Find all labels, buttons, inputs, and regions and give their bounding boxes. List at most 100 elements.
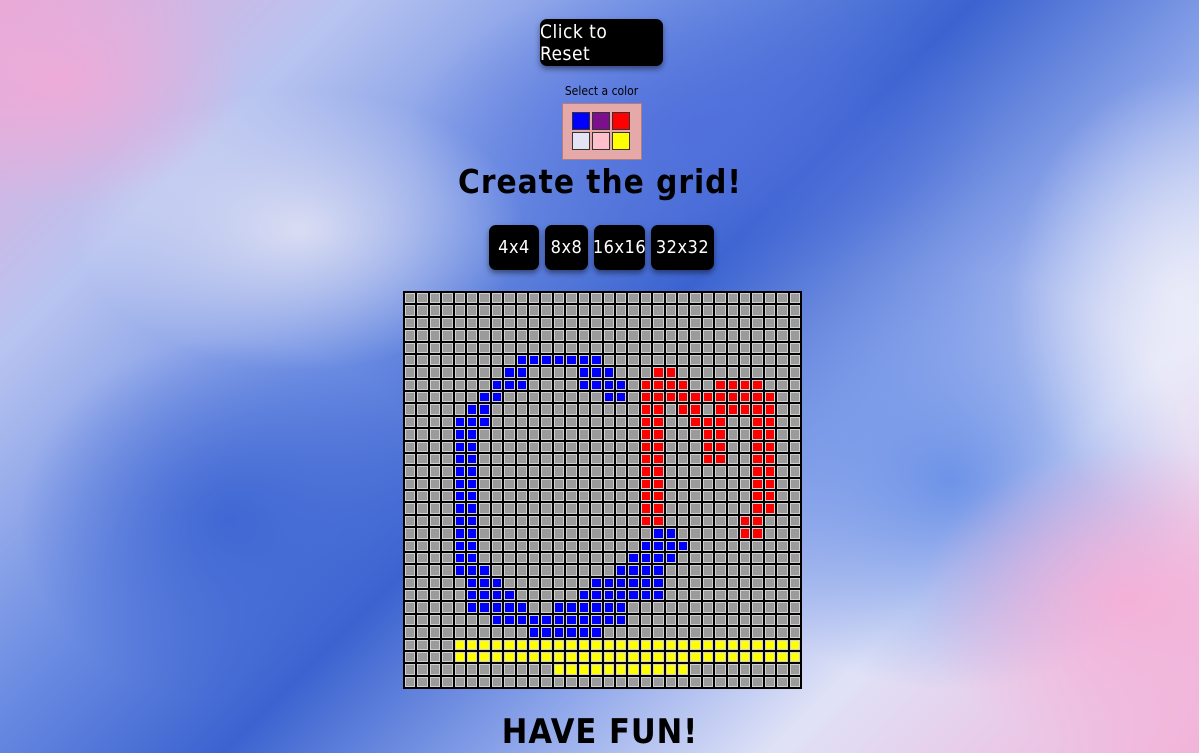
grid-cell[interactable]	[541, 627, 552, 638]
grid-cell[interactable]	[591, 379, 602, 390]
grid-cell[interactable]	[777, 392, 788, 403]
grid-cell[interactable]	[677, 367, 689, 378]
grid-cell[interactable]	[467, 577, 478, 588]
grid-cell[interactable]	[417, 503, 428, 514]
grid-cell[interactable]	[516, 651, 528, 663]
grid-cell[interactable]	[566, 491, 577, 502]
grid-cell[interactable]	[454, 429, 466, 440]
grid-cell[interactable]	[677, 627, 689, 638]
grid-cell[interactable]	[677, 453, 689, 465]
grid-cell[interactable]	[454, 317, 466, 329]
reset-button[interactable]: Click to Reset	[540, 19, 663, 66]
grid-cell[interactable]	[702, 627, 714, 638]
grid-cell[interactable]	[442, 354, 453, 366]
grid-cell[interactable]	[516, 540, 528, 551]
grid-cell[interactable]	[640, 416, 652, 428]
grid-cell[interactable]	[591, 577, 602, 588]
grid-cell[interactable]	[665, 392, 676, 403]
grid-cell[interactable]	[603, 614, 614, 626]
grid-cell[interactable]	[640, 676, 652, 687]
grid-cell[interactable]	[727, 379, 738, 390]
grid-cell[interactable]	[603, 676, 614, 687]
grid-cell[interactable]	[640, 342, 652, 353]
grid-cell[interactable]	[739, 453, 751, 465]
grid-cell[interactable]	[479, 590, 490, 601]
grid-cell[interactable]	[529, 639, 540, 650]
grid-cell[interactable]	[640, 664, 652, 675]
grid-cell[interactable]	[727, 540, 738, 551]
grid-cell[interactable]	[454, 565, 466, 576]
grid-cell[interactable]	[690, 602, 701, 613]
grid-cell[interactable]	[454, 602, 466, 613]
grid-cell[interactable]	[467, 639, 478, 650]
grid-cell[interactable]	[504, 552, 515, 564]
grid-cell[interactable]	[739, 491, 751, 502]
grid-cell[interactable]	[702, 664, 714, 675]
grid-cell[interactable]	[442, 565, 453, 576]
grid-cell[interactable]	[603, 429, 614, 440]
grid-cell[interactable]	[702, 453, 714, 465]
grid-cell[interactable]	[715, 651, 726, 663]
grid-cell[interactable]	[516, 317, 528, 329]
grid-cell[interactable]	[677, 491, 689, 502]
grid-cell[interactable]	[442, 540, 453, 551]
grid-cell[interactable]	[727, 602, 738, 613]
grid-cell[interactable]	[591, 565, 602, 576]
grid-cell[interactable]	[727, 491, 738, 502]
grid-cell[interactable]	[727, 515, 738, 527]
grid-cell[interactable]	[715, 565, 726, 576]
grid-cell[interactable]	[591, 478, 602, 489]
grid-cell[interactable]	[591, 676, 602, 687]
grid-cell[interactable]	[479, 614, 490, 626]
grid-cell[interactable]	[454, 515, 466, 527]
grid-cell[interactable]	[640, 515, 652, 527]
grid-cell[interactable]	[715, 552, 726, 564]
grid-cell[interactable]	[566, 590, 577, 601]
grid-cell[interactable]	[516, 577, 528, 588]
grid-cell[interactable]	[566, 392, 577, 403]
grid-cell[interactable]	[640, 540, 652, 551]
grid-cell[interactable]	[553, 528, 565, 539]
grid-cell[interactable]	[504, 676, 515, 687]
grid-cell[interactable]	[789, 354, 800, 366]
grid-cell[interactable]	[665, 664, 676, 675]
grid-cell[interactable]	[653, 392, 664, 403]
grid-cell[interactable]	[777, 466, 788, 477]
grid-cell[interactable]	[405, 664, 416, 675]
grid-cell[interactable]	[690, 515, 701, 527]
grid-cell[interactable]	[467, 342, 478, 353]
grid-cell[interactable]	[615, 676, 627, 687]
grid-cell[interactable]	[640, 639, 652, 650]
grid-cell[interactable]	[454, 503, 466, 514]
grid-cell[interactable]	[640, 441, 652, 452]
grid-cell[interactable]	[405, 528, 416, 539]
grid-cell[interactable]	[789, 590, 800, 601]
grid-cell[interactable]	[516, 639, 528, 650]
grid-cell[interactable]	[405, 342, 416, 353]
grid-cell[interactable]	[541, 602, 552, 613]
grid-cell[interactable]	[640, 317, 652, 329]
grid-cell[interactable]	[764, 503, 776, 514]
grid-cell[interactable]	[454, 491, 466, 502]
grid-cell[interactable]	[454, 453, 466, 465]
grid-cell[interactable]	[677, 515, 689, 527]
grid-cell[interactable]	[752, 651, 763, 663]
grid-cell[interactable]	[690, 627, 701, 638]
grid-cell[interactable]	[442, 676, 453, 687]
grid-cell[interactable]	[578, 503, 590, 514]
grid-cell[interactable]	[417, 354, 428, 366]
grid-cell[interactable]	[467, 416, 478, 428]
grid-cell[interactable]	[690, 565, 701, 576]
grid-cell[interactable]	[764, 552, 776, 564]
grid-cell[interactable]	[454, 466, 466, 477]
grid-cell[interactable]	[491, 354, 503, 366]
grid-cell[interactable]	[454, 552, 466, 564]
grid-cell[interactable]	[516, 379, 528, 390]
grid-cell[interactable]	[454, 528, 466, 539]
grid-cell[interactable]	[429, 379, 441, 390]
grid-cell[interactable]	[615, 528, 627, 539]
grid-cell[interactable]	[603, 392, 614, 403]
grid-cell[interactable]	[615, 664, 627, 675]
grid-cell[interactable]	[665, 540, 676, 551]
grid-cell[interactable]	[491, 330, 503, 341]
